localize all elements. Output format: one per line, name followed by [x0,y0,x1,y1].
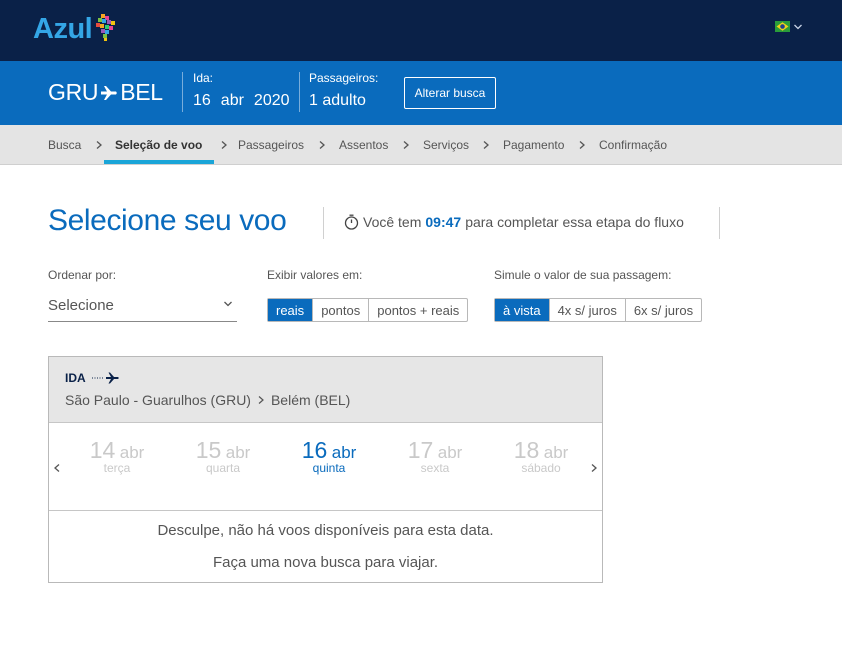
summary-divider [182,72,183,112]
display-values-toggle: reais pontos pontos + reais [267,298,469,322]
departure-date: 16 abr 2020 [193,92,290,110]
step-passageiros[interactable]: Passageiros [238,138,304,152]
departure-month: abr [220,92,244,109]
plane-icon [91,372,119,384]
step-busca[interactable]: Busca [48,138,81,152]
date-month: abr [331,443,357,462]
date-day: 18 [513,437,540,463]
brazil-map-logo-icon [96,14,116,41]
step-pagamento[interactable]: Pagamento [503,138,564,152]
azul-logo[interactable]: Azul [33,12,117,46]
chevron-right-icon [403,141,409,149]
date-option[interactable]: 15 abr quarta [183,437,263,475]
simulate-label: Simule o valor de sua passagem: [494,268,672,282]
no-flights-message: Desculpe, não há voos disponíveis para e… [157,522,494,539]
new-search-message: Faça uma nova busca para viajar. [212,554,439,571]
chevron-left-icon[interactable] [53,463,61,473]
display-option-pontos-reais[interactable]: pontos + reais [368,299,467,321]
date-day: 17 [407,437,434,463]
display-values-label: Exibir valores em: [267,268,363,282]
plane-icon [101,85,117,100]
alter-search-button[interactable]: Alterar busca [404,77,496,109]
origin-city: São Paulo - Guarulhos (GRU) [65,392,251,408]
direction-label: IDA [65,371,122,385]
date-month: abr [119,443,145,462]
display-option-pontos[interactable]: pontos [312,299,368,321]
page-title: Selecione seu voo [48,204,287,237]
top-header [0,0,842,61]
step-confirmacao[interactable]: Confirmação [599,138,667,152]
step-assentos[interactable]: Assentos [339,138,388,152]
chevron-right-icon [221,141,227,149]
origin-code: GRU [48,79,99,105]
chevron-right-icon [579,141,585,149]
date-day: 15 [195,437,222,463]
payment-option-6x[interactable]: 6x s/ juros [624,299,701,321]
chevron-right-icon [319,141,325,149]
flight-route: São Paulo - Guarulhos (GRU) Belém (BEL) [65,392,350,408]
route-summary: GRU BEL [48,79,163,106]
destination-code: BEL [120,79,163,105]
sort-label: Ordenar por: [48,268,117,282]
passengers-label: Passageiros: [309,71,379,85]
chevron-down-icon [794,24,802,29]
date-option[interactable]: 17 abr sexta [395,437,475,475]
sort-select[interactable]: Selecione [48,295,237,322]
timer-prefix: Você tem [363,214,422,230]
date-month: abr [437,443,463,462]
date-day: 16 [301,437,328,463]
departure-label: Ida: [193,71,214,85]
date-option[interactable]: 14 abr terça [77,437,157,475]
brazil-flag-icon [775,21,790,32]
flight-card-header: IDA São Paulo - Guarulhos (GRU) Belém (B… [49,357,602,423]
date-month: abr [225,443,251,462]
sort-selected-value: Selecione [48,297,114,314]
summary-divider [299,72,300,112]
stopwatch-icon [344,214,359,230]
payment-option-a-vista[interactable]: à vista [495,299,549,321]
date-option-selected[interactable]: 16 abr quinta [289,437,369,475]
title-divider [719,207,720,239]
payment-simulation-toggle: à vista 4x s/ juros 6x s/ juros [494,298,703,322]
logo-text: Azul [33,12,93,45]
flight-card: IDA São Paulo - Guarulhos (GRU) Belém (B… [48,356,603,583]
direction-text: IDA [65,371,86,385]
passengers-value: 1 adulto [309,92,366,109]
destination-city: Belém (BEL) [270,392,351,408]
language-selector[interactable] [775,21,803,32]
date-option[interactable]: 18 abr sábado [501,437,581,475]
chevron-right-icon [258,396,264,404]
step-selecao-de-voo[interactable]: Seleção de voo [115,138,202,152]
chevron-down-icon [224,301,232,307]
title-divider [323,207,324,239]
chevron-right-icon [96,141,102,149]
payment-option-4x[interactable]: 4x s/ juros [548,299,625,321]
step-servicos[interactable]: Serviços [423,138,469,152]
date-month: abr [543,443,569,462]
session-timer: Você tem 09:47 para completar essa etapa… [344,214,684,230]
departure-day: 16 [193,92,211,109]
date-day: 14 [89,437,116,463]
departure-year: 2020 [253,92,290,109]
chevron-right-icon [483,141,489,149]
active-step-indicator [104,160,214,164]
display-option-reais[interactable]: reais [268,299,313,321]
timer-value: 09:47 [425,214,462,230]
timer-suffix: para completar essa etapa do fluxo [465,214,684,230]
date-carousel: 14 abr terça 15 abr quarta 16 abr quinta… [49,423,602,511]
chevron-right-icon[interactable] [590,463,598,473]
